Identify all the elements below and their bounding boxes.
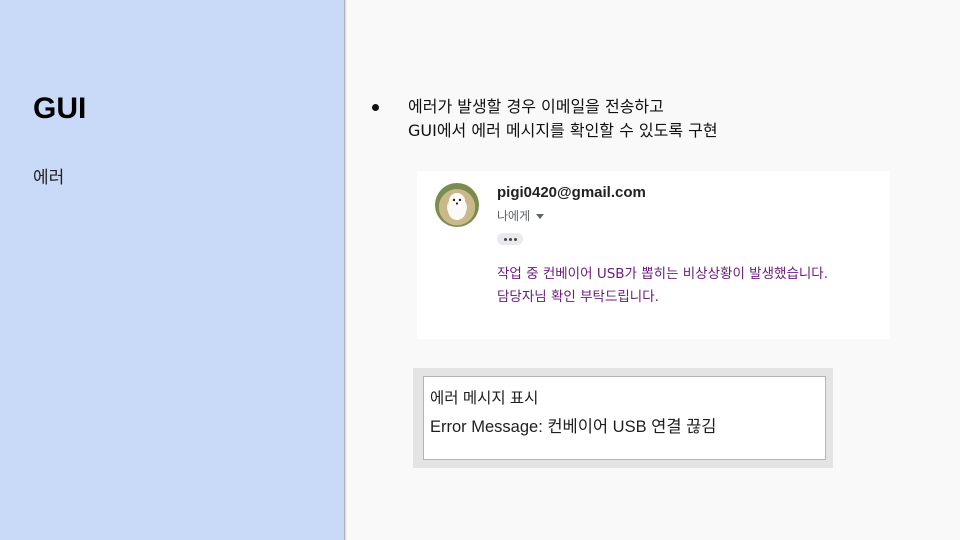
bullet-line-2: GUI에서 에러 메시지를 확인할 수 있도록 구현 — [408, 121, 718, 140]
slide-title: GUI — [33, 92, 87, 125]
error-message-box: 에러 메시지 표시 Error Message: 컨베이어 USB 연결 끊김 — [423, 376, 826, 460]
dot-icon — [513, 237, 517, 241]
dot-icon — [503, 237, 507, 241]
dog-avatar-icon — [448, 193, 466, 220]
email-body-line-2: 담당자님 확인 부탁드립니다. — [497, 289, 659, 305]
bullet-text: 에러가 발생할 경우 이메일을 전송하고 GUI에서 에러 메시지를 확인할 수… — [408, 95, 932, 143]
show-trimmed-content-button[interactable] — [497, 233, 523, 245]
bullet-item: 에러가 발생할 경우 이메일을 전송하고 GUI에서 에러 메시지를 확인할 수… — [372, 95, 932, 143]
error-message-text: Error Message: 컨베이어 USB 연결 끊김 — [430, 418, 717, 436]
error-window-screenshot: 에러 메시지 표시 Error Message: 컨베이어 USB 연결 끊김 — [413, 368, 833, 468]
email-sender: pigi0420@gmail.com — [497, 184, 646, 201]
chevron-down-icon[interactable] — [536, 214, 545, 219]
title-panel — [0, 0, 344, 540]
bullet-line-1: 에러가 발생할 경우 이메일을 전송하고 — [408, 97, 664, 116]
sender-avatar — [435, 183, 479, 227]
dot-icon — [508, 237, 512, 241]
email-recipient: 나에게 — [497, 207, 545, 224]
slide-subtitle: 에러 — [33, 168, 65, 188]
email-screenshot: pigi0420@gmail.com 나에게 작업 중 컨베이어 USB가 뽑히… — [417, 171, 890, 339]
error-box-title: 에러 메시지 표시 — [430, 390, 539, 407]
email-body-line-1: 작업 중 컨베이어 USB가 뽑히는 비상상황이 발생했습니다. — [497, 266, 828, 282]
bullet-dot-icon — [372, 104, 379, 111]
recipient-label: 나에게 — [497, 209, 531, 223]
email-body: 작업 중 컨베이어 USB가 뽑히는 비상상황이 발생했습니다. 담당자님 확인… — [497, 263, 828, 309]
panel-divider — [344, 0, 347, 540]
